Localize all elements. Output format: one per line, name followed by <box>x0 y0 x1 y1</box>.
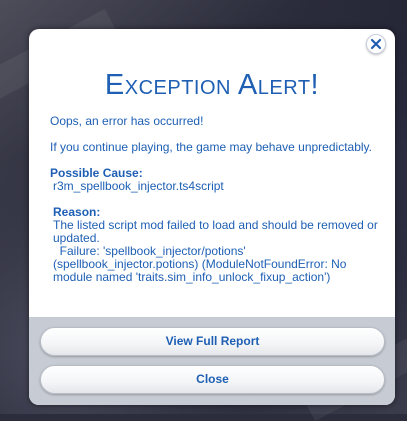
dialog-body: Oops, an error has occurred! If you cont… <box>50 115 380 284</box>
dialog-footer: View Full Report Close <box>29 317 395 405</box>
intro-text: Oops, an error has occurred! <box>50 114 204 128</box>
dialog-title: Exception Alert! <box>104 69 320 101</box>
continue-warning-text: If you continue playing, the game may be… <box>50 140 372 154</box>
failure-text-content: Failure: 'spellbook_injector/potions' (s… <box>53 244 347 284</box>
view-full-report-button[interactable]: View Full Report <box>40 327 385 356</box>
close-button[interactable]: Close <box>40 365 385 394</box>
reason-text: The listed script mod failed to load and… <box>53 218 378 245</box>
failure-text: Failure: 'spellbook_injector/potions' (s… <box>50 245 380 284</box>
close-icon-glyph <box>370 38 382 50</box>
possible-cause-value: r3m_spellbook_injector.ts4script <box>53 179 224 193</box>
exception-dialog: Exception Alert! Oops, an error has occu… <box>29 29 395 405</box>
close-icon[interactable] <box>366 34 386 54</box>
